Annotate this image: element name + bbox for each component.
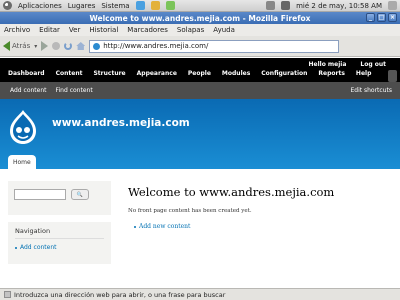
intro-text: No front page content has been created y… [128,208,252,214]
search-block: 🔍 [8,181,111,215]
menu-archivo[interactable]: Archivo [4,26,30,34]
bullet-icon [15,246,17,249]
search-icon: 🔍 [76,192,84,198]
drupal-logo-icon[interactable] [8,109,38,145]
main-content: Welcome to www.andres.mejia.com No front… [128,185,388,230]
toolbar-appearance[interactable]: Appearance [137,70,177,77]
add-new-content-link[interactable]: Add new content [134,223,388,230]
navigation-toolbar: Atrás ▾ http://www.andres.mejia.com/ [0,36,400,57]
url-bar[interactable]: http://www.andres.mejia.com/ [89,39,340,53]
sidebar: 🔍 Navigation Add content [8,181,111,264]
stop-icon[interactable] [52,42,61,50]
greeting-text: Hello mejia [308,61,347,68]
add-new-content-label: Add new content [139,223,191,230]
url-text: http://www.andres.mejia.com/ [103,42,209,50]
reload-icon[interactable] [64,42,73,50]
gnome-foot-icon[interactable] [3,1,12,10]
shortcut-find-content[interactable]: Find content [56,87,93,94]
status-icon [4,291,11,298]
page-title: Welcome to www.andres.mejia.com [128,185,335,199]
nav-link-label: Add content [20,244,57,251]
menu-solapas[interactable]: Solapas [177,26,204,34]
toolbar-content[interactable]: Content [56,70,83,77]
toolbar-help[interactable]: Help [356,70,371,77]
forward-arrow-icon[interactable] [41,41,49,51]
nav-link-add-content[interactable]: Add content [15,244,104,251]
firefox-launcher-icon[interactable] [135,1,145,10]
toolbar-structure[interactable]: Structure [93,70,125,77]
search-button[interactable]: 🔍 [71,189,89,200]
site-header: www.andres.mejia.com Home [0,99,400,169]
menu-lugares[interactable]: Lugares [68,2,96,10]
menu-editar[interactable]: Editar [39,26,60,34]
site-name[interactable]: www.andres.mejia.com [52,117,190,129]
navigation-title: Navigation [15,227,104,239]
menu-ver[interactable]: Ver [69,26,80,34]
maximize-icon[interactable]: □ [377,13,386,22]
menu-aplicaciones[interactable]: Aplicaciones [18,2,62,10]
browser-statusbar: Introduzca una dirección web para abrir,… [0,288,400,300]
admin-toolbar: Hello mejia Log out Dashboard Content St… [0,58,400,82]
drupal-favicon-icon [93,42,101,50]
window-title: Welcome to www.andres.mejia.com - Mozill… [89,13,311,23]
browser-menubar: Archivo Editar Ver Historial Marcadores … [0,24,400,36]
home-icon[interactable] [76,42,86,50]
menu-sistema[interactable]: Sistema [101,2,129,10]
menu-marcadores[interactable]: Marcadores [127,26,168,34]
edit-shortcuts-link[interactable]: Edit shortcuts [350,87,392,94]
menu-ayuda[interactable]: Ayuda [213,26,235,34]
shortcut-add-content[interactable]: Add content [10,87,47,94]
logout-link[interactable]: Log out [360,61,386,68]
toolbar-dashboard[interactable]: Dashboard [8,70,45,77]
status-text: Introduzca una dirección web para abrir,… [14,290,226,299]
back-label: Atrás [12,42,31,50]
shortcuts-bar: Add content Find content Edit shortcuts [0,82,400,99]
back-arrow-icon [3,41,10,51]
shutdown-icon[interactable] [388,1,397,10]
bullet-icon [134,225,136,228]
search-input[interactable] [14,189,66,200]
help-launcher-icon[interactable] [165,1,175,10]
toolbar-reports[interactable]: Reports [318,70,345,77]
panel-clock[interactable]: mié 2 de may, 10:58 AM [296,2,382,10]
mail-launcher-icon[interactable] [150,1,160,10]
toolbar-people[interactable]: People [188,70,211,77]
tab-home[interactable]: Home [8,155,36,169]
page-content: 🔍 Navigation Add content Welcome to www.… [0,169,400,288]
shortcut-toggle-icon[interactable] [388,70,397,82]
back-dropdown-icon[interactable]: ▾ [34,43,37,50]
volume-icon[interactable] [281,1,291,10]
close-icon[interactable]: × [388,13,397,22]
window-titlebar[interactable]: Welcome to www.andres.mejia.com - Mozill… [0,12,400,24]
network-icon[interactable] [266,1,276,10]
gnome-top-panel: Aplicaciones Lugares Sistema mié 2 de ma… [0,0,400,12]
toolbar-configuration[interactable]: Configuration [261,70,307,77]
back-button[interactable]: Atrás [3,41,30,51]
menu-historial[interactable]: Historial [89,26,118,34]
minimize-icon[interactable]: _ [366,13,375,22]
toolbar-modules[interactable]: Modules [222,70,250,77]
navigation-block: Navigation Add content [8,222,111,264]
